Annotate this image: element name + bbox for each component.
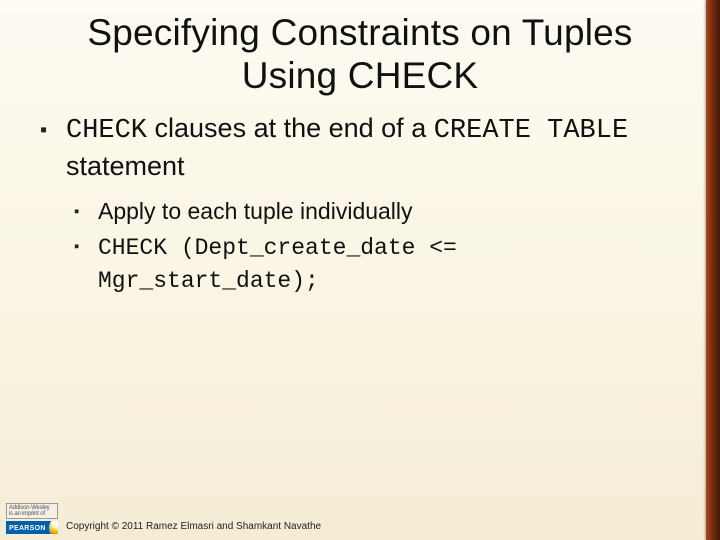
slide-title: Specifying Constraints on Tuples Using C… [0, 0, 720, 105]
bullet-level-2: ▪ CHECK (Dept_create_date <= Mgr_start_d… [74, 231, 690, 297]
code-example: CHECK (Dept_create_date <= Mgr_start_dat… [98, 235, 457, 294]
pearson-arc-icon [49, 521, 58, 534]
decorative-side-bar [706, 0, 720, 540]
copyright-text: Copyright © 2011 Ramez Elmasri and Shamk… [66, 521, 321, 532]
slide-footer: Addison-Wesley is an imprint of PEARSON … [0, 496, 720, 540]
publisher-logo: Addison-Wesley is an imprint of PEARSON [6, 503, 58, 534]
bullet-text: CHECK clauses at the end of a CREATE TAB… [66, 113, 628, 181]
square-bullet-icon: ▪ [74, 237, 79, 257]
square-bullet-icon: ▪ [74, 202, 79, 222]
bullet-level-1: ▪ CHECK clauses at the end of a CREATE T… [40, 111, 690, 184]
subpoint-text: Apply to each tuple individually [98, 198, 413, 224]
pearson-wordmark: PEARSON [6, 521, 49, 534]
bullet-level-2: ▪ Apply to each tuple individually [74, 196, 690, 227]
title-line-1: Specifying Constraints on Tuples [87, 12, 632, 53]
code-create-table: CREATE TABLE [434, 116, 628, 146]
imprint-line-2: is an imprint of [9, 511, 55, 517]
title-line-2: Using CHECK [242, 55, 479, 96]
slide-body: ▪ CHECK clauses at the end of a CREATE T… [0, 105, 720, 297]
code-check: CHECK [66, 116, 147, 146]
square-bullet-icon: ▪ [40, 117, 47, 143]
imprint-box: Addison-Wesley is an imprint of [6, 503, 58, 519]
pearson-mark: PEARSON [6, 521, 58, 534]
